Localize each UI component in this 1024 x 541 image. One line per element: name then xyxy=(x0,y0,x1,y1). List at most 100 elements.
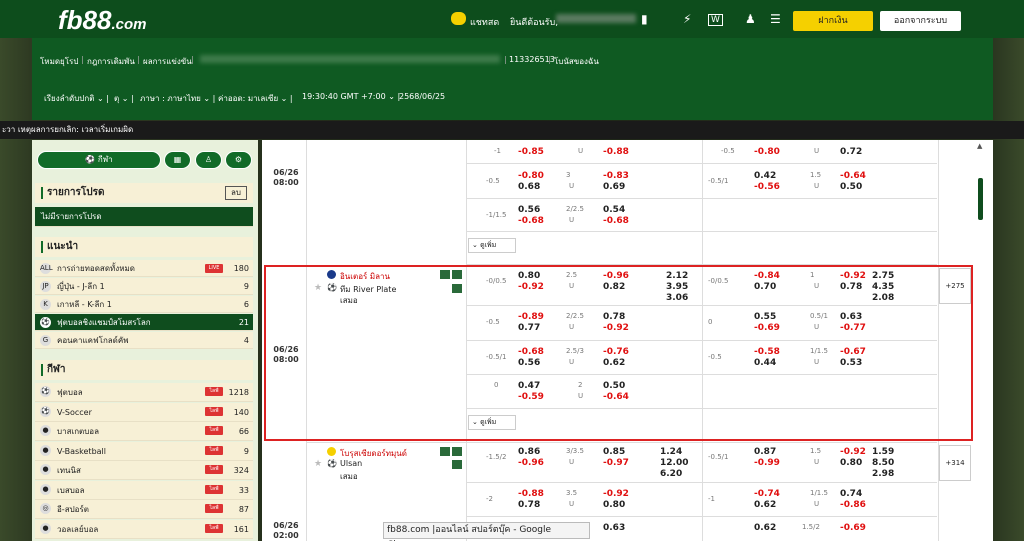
scrollbar-thumb[interactable] xyxy=(978,178,983,220)
sport-button-label: กีฬา xyxy=(97,155,113,164)
person-icon[interactable]: ♙ xyxy=(195,151,222,169)
logout-button[interactable]: ออกจากระบบ xyxy=(880,11,961,31)
deposit-button[interactable]: ฝากเงิน xyxy=(793,11,873,31)
odds-value[interactable]: 0.80 xyxy=(840,458,862,468)
odds-value[interactable]: 0.42 xyxy=(754,171,776,181)
odds-value[interactable]: -0.97 xyxy=(603,458,629,468)
video-icon[interactable] xyxy=(452,447,462,456)
gift-icon[interactable]: W xyxy=(708,14,723,26)
recommended-item[interactable]: ALL การถ่ายทอดสดทั้งหมด LIVE 180 xyxy=(35,260,253,277)
away-team-link[interactable]: Ulsan xyxy=(340,459,362,468)
nav-my-bonus[interactable]: โบนัสของฉัน xyxy=(554,55,599,68)
odds-value[interactable]: 0.63 xyxy=(603,523,625,533)
odds-value[interactable]: -0.85 xyxy=(518,147,544,157)
sort-select[interactable]: เรียงลำดับปกติ ⌄ | xyxy=(44,92,109,105)
odds-value[interactable]: 0.62 xyxy=(754,500,776,510)
clear-favorites-button[interactable]: ลบ xyxy=(225,186,247,200)
user-icon[interactable]: ♟ xyxy=(745,12,756,26)
odds-value[interactable]: 0.56 xyxy=(518,205,540,215)
scroll-up-icon[interactable]: ▲ xyxy=(977,142,982,150)
odds-value[interactable]: 0.68 xyxy=(518,182,540,192)
sport-item[interactable]: ◎ อี-สปอร์ต ไลฟ์ 87 xyxy=(35,500,253,519)
recommended-item[interactable]: K เกาหลี - K-ลีก 1 6 xyxy=(35,296,253,313)
odds-value[interactable]: 0.80 xyxy=(603,500,625,510)
recommended-item[interactable]: G คอนคาแคฟโกลด์คัพ 4 xyxy=(35,332,253,349)
sport-item-label: วอลเลย์บอล xyxy=(57,524,99,534)
odds-value[interactable]: 6.20 xyxy=(660,469,682,479)
wallet-icon[interactable]: ▮ xyxy=(641,12,648,26)
odds-value[interactable]: 0.86 xyxy=(518,447,540,457)
sport-item[interactable]: ● เทนนิส ไลฟ์ 324 xyxy=(35,461,253,480)
gear-icon[interactable]: ⚙ xyxy=(225,151,252,169)
nav-europe-mode[interactable]: โหมดยุโรป xyxy=(40,55,78,68)
odds-value[interactable]: 1.59 xyxy=(872,447,894,457)
recommended-item[interactable]: ⚽ ฟุตบอลชิงแชมป์สโมสรโลก 21 xyxy=(35,314,253,331)
odds-value[interactable]: 0.69 xyxy=(603,182,625,192)
show-more-button[interactable]: ⌄ ดูเพิ่ม xyxy=(468,238,516,253)
live-badge: ไลฟ์ xyxy=(205,387,223,396)
fb88-logo[interactable]: fb88.com xyxy=(58,5,146,36)
odds-value[interactable]: 0.85 xyxy=(603,447,625,457)
sport-item[interactable]: ⚽ ฟุตบอล ไลฟ์ 1218 xyxy=(35,383,253,402)
chat-icon[interactable] xyxy=(451,12,466,25)
odds-value[interactable]: 0.54 xyxy=(603,205,625,215)
odds-value[interactable]: 0.78 xyxy=(518,500,540,510)
odds-value[interactable]: -0.80 xyxy=(754,147,780,157)
recommended-item[interactable]: JP ญี่ปุ่น - J-ลีก 1 9 xyxy=(35,278,253,295)
odds-value[interactable]: -0.99 xyxy=(754,458,780,468)
live-chat-link[interactable]: แชทสด xyxy=(470,15,499,29)
odds-value[interactable]: -0.68 xyxy=(518,216,544,226)
sport-item[interactable]: ⚽ V-Soccer ไลฟ์ 140 xyxy=(35,402,253,422)
league-icon: G xyxy=(40,335,51,346)
odds-value[interactable]: 2.98 xyxy=(872,469,894,479)
ou-line: 3 xyxy=(566,171,571,179)
sport-button[interactable]: ⚽ กีฬา xyxy=(37,151,161,169)
odds-value[interactable]: -0.86 xyxy=(840,500,866,510)
sport-item[interactable]: ● V-Basketball ไลฟ์ 9 xyxy=(35,441,253,461)
favorite-star-icon[interactable]: ★ xyxy=(314,459,322,469)
stats-icon[interactable] xyxy=(440,447,450,456)
odds-value[interactable]: 1.24 xyxy=(660,447,682,457)
odds-value[interactable]: -0.80 xyxy=(518,171,544,181)
odds-value[interactable]: 12.00 xyxy=(660,458,688,468)
sport-item[interactable]: ● วอลเลย์บอล ไลฟ์ 161 xyxy=(35,519,253,539)
sport-item[interactable]: ● บาสเกตบอล ไลฟ์ 66 xyxy=(35,422,253,441)
flash-icon[interactable]: ⚡ xyxy=(683,12,691,26)
odds-value[interactable]: 0.72 xyxy=(840,147,862,157)
item-count: 87 xyxy=(238,505,249,514)
view-select[interactable]: ตุ ⌄ | xyxy=(114,92,134,105)
odds-value[interactable]: 0.62 xyxy=(754,523,776,533)
odds-value[interactable]: -0.69 xyxy=(840,523,866,533)
language-select[interactable]: ภาษา : ภาษาไทย ⌄ | xyxy=(140,92,215,105)
item-count: 21 xyxy=(238,318,249,327)
dortmund-crest-icon xyxy=(327,447,336,456)
odds-value[interactable]: -0.56 xyxy=(754,182,780,192)
odds-value[interactable]: -0.68 xyxy=(603,216,629,226)
recommended-item-label: ฟุตบอลชิงแชมป์สโมสรโลก xyxy=(57,318,151,327)
odds-value[interactable]: -0.92 xyxy=(840,447,866,457)
recommended-header: แนะนำ xyxy=(35,237,253,257)
odds-value[interactable]: 0.87 xyxy=(754,447,776,457)
odds-value[interactable]: -0.88 xyxy=(518,489,544,499)
odds-value[interactable]: 0.50 xyxy=(840,182,862,192)
odds-select[interactable]: ค่าออด: มาเลเซีย ⌄ | xyxy=(218,92,293,105)
sport-item[interactable]: ● เบสบอล ไลฟ์ 33 xyxy=(35,480,253,500)
more-markets-button[interactable]: +314 xyxy=(939,445,971,481)
live-badge: ไลฟ์ xyxy=(205,484,223,494)
live-tv-icon[interactable] xyxy=(452,460,462,469)
nav-rules[interactable]: กฎการเดิมพัน xyxy=(87,55,135,68)
betslip-icon[interactable]: ▦ xyxy=(164,151,191,169)
odds-label: ค่าออด: มาเลเซีย xyxy=(218,94,279,103)
odds-value[interactable]: -0.92 xyxy=(603,489,629,499)
nav-results[interactable]: ผลการแข่งขัน xyxy=(143,55,192,68)
odds-value[interactable]: -0.83 xyxy=(603,171,629,181)
odds-value[interactable]: -0.64 xyxy=(840,171,866,181)
odds-value[interactable]: 8.50 xyxy=(872,458,894,468)
live-badge: ไลฟ์ xyxy=(205,445,223,455)
list-icon[interactable]: ☰ xyxy=(770,12,781,26)
under-label: U xyxy=(814,182,820,190)
odds-value[interactable]: -0.96 xyxy=(518,458,544,468)
odds-value[interactable]: 0.74 xyxy=(840,489,862,499)
odds-value[interactable]: -0.74 xyxy=(754,489,780,499)
odds-value[interactable]: -0.88 xyxy=(603,147,629,157)
